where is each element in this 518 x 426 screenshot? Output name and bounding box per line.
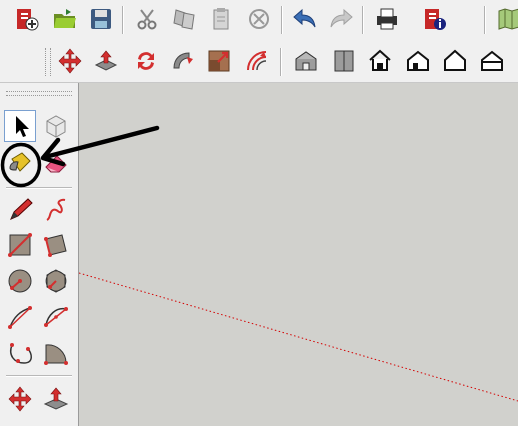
circle-icon[interactable] <box>4 265 36 297</box>
right-view-icon[interactable] <box>403 46 433 76</box>
new-icon[interactable] <box>12 4 42 34</box>
arc-icon[interactable] <box>4 301 36 333</box>
paint-bucket-icon[interactable] <box>4 147 36 179</box>
erase-icon[interactable] <box>244 4 274 34</box>
polygon-icon[interactable] <box>40 265 72 297</box>
tool-palette <box>0 83 79 426</box>
select-icon[interactable] <box>4 110 36 142</box>
open-icon[interactable] <box>50 4 80 34</box>
move-icon[interactable] <box>55 46 85 76</box>
redo-icon[interactable] <box>326 4 356 34</box>
back-view-icon[interactable] <box>440 46 470 76</box>
undo-icon[interactable] <box>290 4 320 34</box>
rotated-rectangle-icon[interactable] <box>40 229 72 261</box>
freehand-icon[interactable] <box>40 194 72 226</box>
offset-icon[interactable] <box>242 46 272 76</box>
cut-icon[interactable] <box>132 4 162 34</box>
line-icon[interactable] <box>4 194 36 226</box>
scale-icon[interactable] <box>204 46 234 76</box>
left-view-icon[interactable] <box>477 46 507 76</box>
front-view-icon[interactable] <box>365 46 395 76</box>
pie-icon[interactable] <box>40 337 72 369</box>
print-icon[interactable] <box>372 4 402 34</box>
three-point-arc-icon[interactable] <box>4 337 36 369</box>
eraser-icon[interactable] <box>40 147 72 179</box>
iso-view-icon[interactable] <box>291 46 321 76</box>
save-icon[interactable] <box>86 4 116 34</box>
rectangle-icon[interactable] <box>4 229 36 261</box>
paste-icon[interactable] <box>206 4 236 34</box>
palette-push-pull-icon[interactable] <box>40 383 72 415</box>
top-view-icon[interactable] <box>329 46 359 76</box>
modeling-viewport[interactable] <box>79 83 518 426</box>
edit-and-views-toolbar <box>0 40 518 83</box>
follow-me-icon[interactable] <box>168 46 198 76</box>
rotate-icon[interactable] <box>131 46 161 76</box>
palette-move-icon[interactable] <box>4 383 36 415</box>
red-axis-line <box>79 272 518 402</box>
map-icon[interactable] <box>494 4 518 34</box>
two-point-arc-icon[interactable] <box>40 301 72 333</box>
copy-icon[interactable] <box>170 4 200 34</box>
push-pull-icon[interactable] <box>91 46 121 76</box>
model-info-icon[interactable] <box>420 4 450 34</box>
make-component-icon[interactable] <box>40 110 72 142</box>
standard-toolbar <box>0 0 518 40</box>
